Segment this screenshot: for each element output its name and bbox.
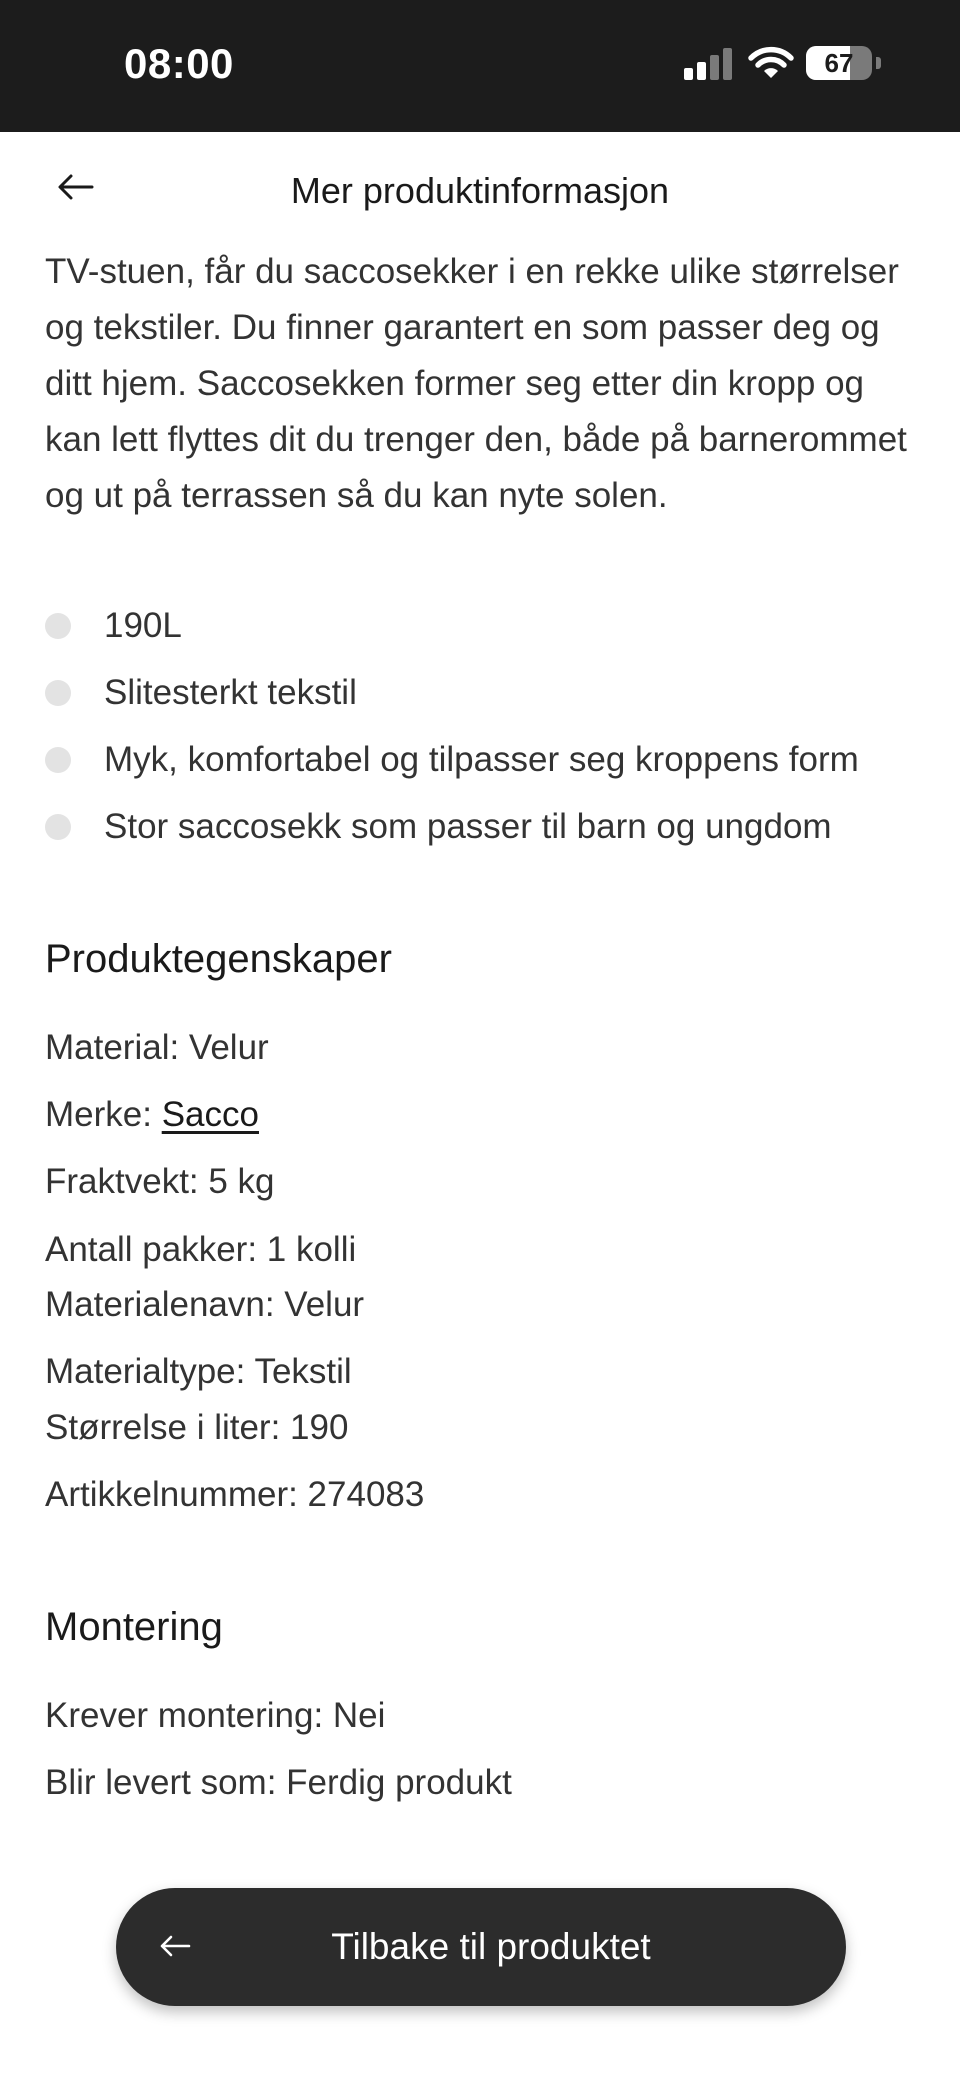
- brand-prefix: Merke:: [45, 1095, 162, 1134]
- wifi-icon: [748, 46, 794, 78]
- property-article-number: Artikkelnummer: 274083: [45, 1475, 425, 1514]
- feature-text: Myk, komfortabel og tilpasser seg kroppe…: [104, 740, 859, 779]
- assembly-heading: Montering: [45, 1605, 223, 1649]
- property-material: Material: Velur: [45, 1028, 269, 1067]
- feature-list: 190L Slitesterkt tekstil Myk, komfortabe…: [45, 596, 925, 864]
- property-material-name: Materialenavn: Velur: [45, 1285, 365, 1324]
- property-shipping-weight: Fraktvekt: 5 kg: [45, 1162, 275, 1201]
- bullet-icon: [45, 814, 71, 840]
- brand-link[interactable]: Sacco: [162, 1095, 259, 1134]
- properties-heading: Produktegenskaper: [45, 937, 392, 981]
- back-to-product-label: Tilbake til produktet: [331, 1926, 651, 1967]
- feature-item: 190L: [45, 596, 925, 663]
- product-description: TV-stuen, får du saccosekker i en rekke …: [45, 252, 907, 515]
- bullet-icon: [45, 680, 71, 706]
- bullet-icon: [45, 613, 71, 639]
- feature-item: Myk, komfortabel og tilpasser seg kroppe…: [45, 730, 925, 797]
- page-title: Mer produktinformasjon: [290, 170, 670, 211]
- cellular-signal-icon: [684, 48, 734, 80]
- back-to-product-button[interactable]: Tilbake til produktet: [116, 1888, 846, 2006]
- property-material-type: Materialtype: Tekstil: [45, 1352, 352, 1391]
- header: Mer produktinformasjon: [0, 132, 960, 232]
- battery-tip: [876, 57, 881, 69]
- feature-item: Slitesterkt tekstil: [45, 663, 925, 730]
- assembly-requires: Krever montering: Nei: [45, 1696, 386, 1735]
- assembly-delivered-as: Blir levert som: Ferdig produkt: [45, 1763, 512, 1802]
- bullet-icon: [45, 747, 71, 773]
- property-package-count: Antall pakker: 1 kolli: [45, 1230, 357, 1269]
- battery-icon: 67: [806, 46, 872, 80]
- feature-text: Slitesterkt tekstil: [104, 673, 357, 712]
- battery-level: 67: [824, 48, 854, 78]
- status-time: 08:00: [124, 40, 234, 87]
- property-size-liters: Størrelse i liter: 190: [45, 1408, 349, 1447]
- feature-item: Stor saccosekk som passer til barn og un…: [45, 797, 925, 864]
- property-brand: Merke: Sacco: [45, 1095, 259, 1135]
- feature-text: Stor saccosekk som passer til barn og un…: [104, 807, 832, 846]
- feature-text: 190L: [104, 606, 182, 645]
- status-bar: 08:00 67: [0, 0, 960, 132]
